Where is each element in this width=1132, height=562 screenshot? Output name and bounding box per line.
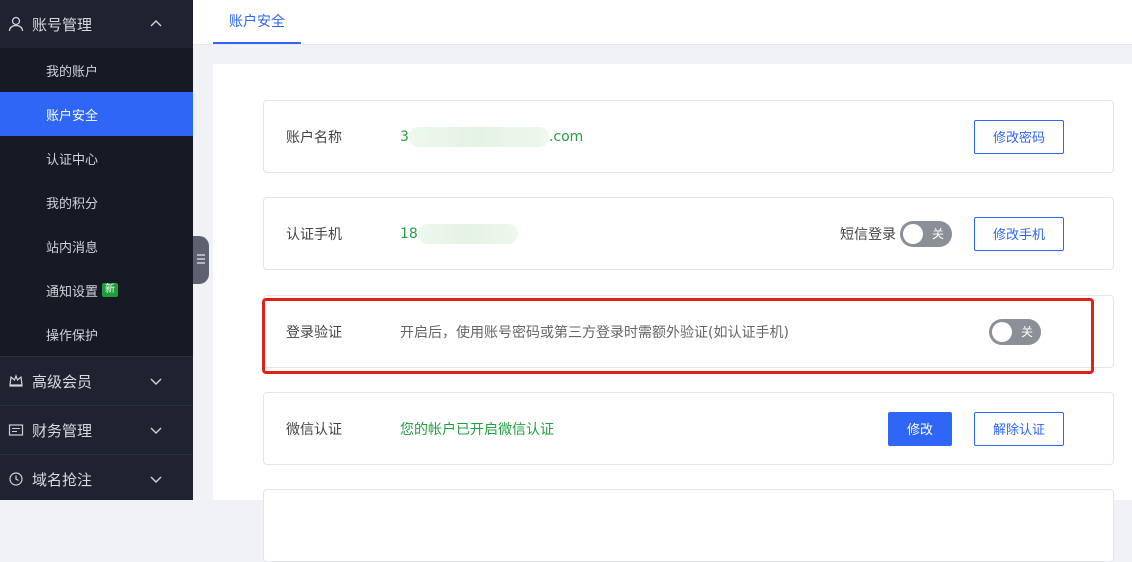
crown-icon [6, 371, 26, 391]
sidebar-item-notification-settings[interactable]: 通知设置 新 [0, 268, 193, 312]
wechat-label: 微信认证 [286, 421, 342, 438]
tab-bar: 账户安全 [193, 0, 1132, 45]
wechat-status: 您的帐户已开启微信认证 [400, 421, 554, 438]
nav-section-domain[interactable]: 域名抢注 [0, 455, 193, 503]
nav-section-label: 财务管理 [32, 421, 93, 440]
chevron-down-icon [149, 374, 163, 388]
wechat-card: 微信认证 您的帐户已开启微信认证 修改 解除认证 [263, 392, 1114, 465]
sidebar-item-label: 操作保护 [46, 328, 99, 344]
login-verify-card: 登录验证 开启后，使用账号密码或第三方登录时需额外验证(如认证手机) 关 [263, 295, 1114, 368]
tab-label: 账户安全 [229, 14, 285, 30]
account-name-card: 账户名称 3 .com 修改密码 [263, 100, 1114, 173]
sidebar-item-messages[interactable]: 站内消息 [0, 224, 193, 268]
nav-section-label: 域名抢注 [32, 470, 93, 489]
chevron-down-icon [149, 472, 163, 486]
nav-section-label: 高级会员 [32, 372, 93, 391]
sidebar-item-my-account[interactable]: 我的账户 [0, 48, 193, 92]
wallet-icon [6, 420, 26, 440]
content-panel: 账户名称 3 .com 修改密码 认证手机 18 短信登录 关 修改手机 登录验… [213, 64, 1132, 562]
login-verify-toggle[interactable]: 关 [989, 318, 1041, 345]
account-name-prefix: 3 [400, 128, 409, 145]
account-name-value: 3 .com [400, 101, 583, 172]
menu-icon [197, 252, 205, 268]
redacted-block [417, 223, 518, 244]
account-name-suffix: .com [548, 128, 584, 145]
clock-icon [6, 469, 26, 489]
sms-login-group: 短信登录 关 [840, 220, 952, 247]
new-badge: 新 [102, 283, 119, 297]
sidebar: 账号管理 我的账户 账户安全 认证中心 我的积分 站内消息 通知设置 新 操作保… [0, 0, 193, 500]
nav-section-label: 账号管理 [32, 15, 93, 34]
modify-wechat-button[interactable]: 修改 [888, 411, 952, 446]
chevron-up-icon [149, 17, 163, 31]
sidebar-item-points[interactable]: 我的积分 [0, 180, 193, 224]
redacted-block [408, 126, 549, 147]
sidebar-item-label: 通知设置 [46, 284, 99, 300]
sidebar-item-operation-protection[interactable]: 操作保护 [0, 312, 193, 356]
tab-account-security[interactable]: 账户安全 [213, 0, 301, 44]
sidebar-item-label: 认证中心 [46, 152, 99, 168]
account-name-label: 账户名称 [286, 129, 342, 146]
sms-login-label: 短信登录 [840, 226, 896, 243]
phone-label: 认证手机 [286, 226, 342, 243]
phone-prefix: 18 [400, 225, 418, 242]
nav-section-finance[interactable]: 财务管理 [0, 406, 193, 454]
chevron-down-icon [149, 423, 163, 437]
sidebar-item-label: 我的积分 [46, 196, 99, 212]
nav-section-account[interactable]: 账号管理 [0, 0, 193, 48]
unbind-wechat-button[interactable]: 解除认证 [974, 411, 1064, 446]
change-password-button[interactable]: 修改密码 [974, 119, 1064, 154]
sidebar-collapse-handle[interactable] [193, 236, 209, 284]
toggle-state-label: 关 [931, 227, 944, 241]
phone-value: 18 [400, 198, 518, 269]
sidebar-item-auth-center[interactable]: 认证中心 [0, 136, 193, 180]
sidebar-item-label: 站内消息 [46, 240, 99, 256]
change-phone-button[interactable]: 修改手机 [974, 216, 1064, 251]
sidebar-item-label: 账户安全 [46, 108, 99, 124]
toggle-knob [903, 223, 923, 244]
nav-section-vip[interactable]: 高级会员 [0, 357, 193, 405]
login-verify-desc: 开启后，使用账号密码或第三方登录时需额外验证(如认证手机) [400, 324, 789, 341]
sms-login-toggle[interactable]: 关 [900, 220, 952, 247]
phone-card: 认证手机 18 短信登录 关 修改手机 [263, 197, 1114, 270]
sidebar-item-account-security[interactable]: 账户安全 [0, 92, 193, 136]
toggle-state-label: 关 [1020, 325, 1033, 339]
user-icon [6, 14, 26, 34]
login-verify-label: 登录验证 [286, 324, 342, 341]
toggle-knob [992, 321, 1012, 342]
sidebar-item-label: 我的账户 [46, 64, 99, 80]
